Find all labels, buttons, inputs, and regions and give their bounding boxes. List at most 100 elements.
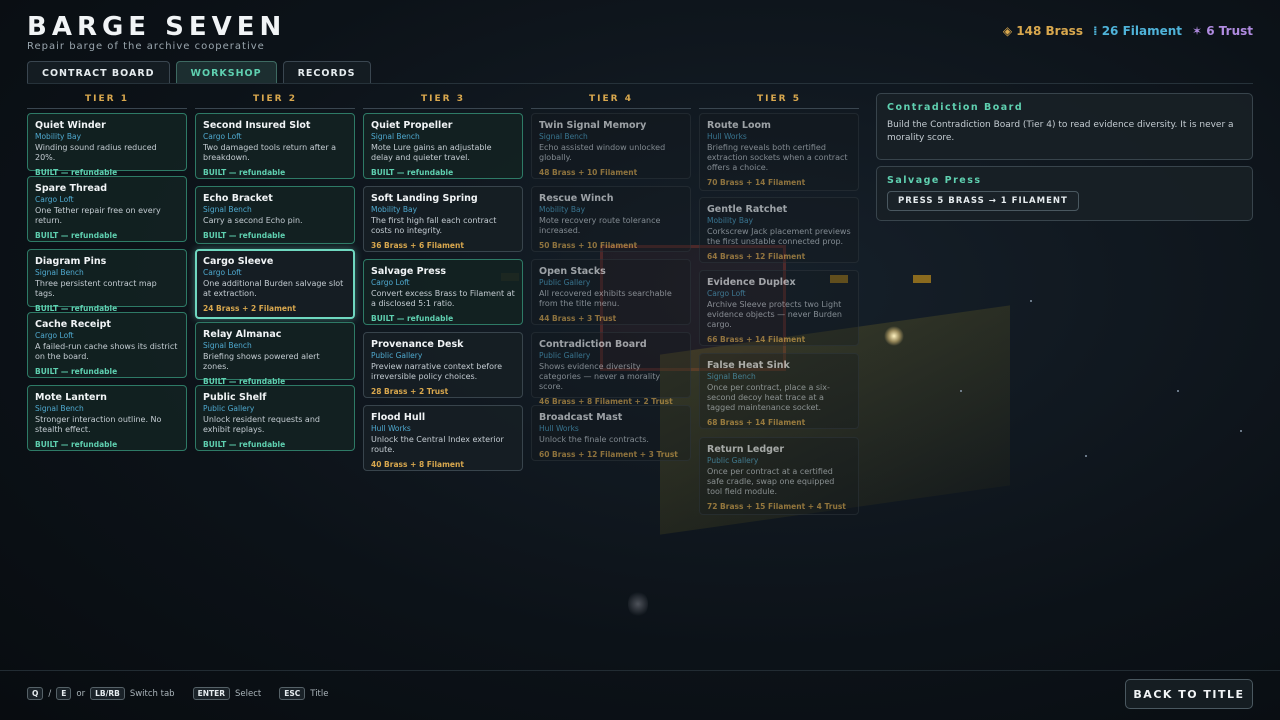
upgrade-card[interactable]: Cargo Sleeve Cargo Loft One additional Bur… bbox=[195, 249, 355, 319]
upgrade-name: Flood Hull bbox=[371, 412, 426, 423]
footer-divider bbox=[0, 670, 1280, 671]
upgrade-status: 60 Brass + 12 Filament + 3 Trust bbox=[539, 450, 678, 459]
upgrade-name: Provenance Desk bbox=[371, 339, 464, 350]
tab-contract-board[interactable]: CONTRACT BOARD bbox=[27, 61, 170, 84]
upgrade-status: 24 Brass + 2 Filament bbox=[203, 304, 296, 313]
upgrade-description: Briefing reveals both certified extracti… bbox=[707, 143, 848, 172]
upgrade-card[interactable]: Contradiction Board Public Gallery Shows e… bbox=[531, 332, 691, 406]
upgrade-card[interactable]: Twin Signal Memory Signal Bench Echo assis… bbox=[531, 113, 691, 179]
upgrade-category: Mobility Bay bbox=[707, 216, 754, 225]
upgrade-card[interactable]: Broadcast Mast Hull Works Unlock the final… bbox=[531, 405, 691, 461]
upgrade-status: 40 Brass + 8 Filament bbox=[371, 460, 464, 469]
press-salvage-button[interactable]: PRESS 5 BRASS → 1 FILAMENT bbox=[887, 191, 1079, 211]
upgrade-category: Cargo Loft bbox=[707, 289, 746, 298]
detail-panel: Contradiction Board Build the Contradict… bbox=[876, 93, 1253, 160]
tab-workshop[interactable]: WORKSHOP bbox=[175, 61, 277, 84]
key-esc: ESC bbox=[279, 687, 306, 700]
upgrade-card[interactable]: Gentle Ratchet Mobility Bay Corkscrew Jack… bbox=[699, 197, 859, 263]
upgrade-card[interactable]: Provenance Desk Public Gallery Preview nar… bbox=[363, 332, 523, 398]
upgrade-category: Signal Bench bbox=[35, 268, 84, 277]
trust-count: ✶ 6 Trust bbox=[1192, 24, 1253, 38]
or-text: or bbox=[76, 688, 86, 699]
upgrade-name: Contradiction Board bbox=[539, 339, 647, 350]
upgrade-description: Corkscrew Jack placement previews the fi… bbox=[707, 227, 851, 246]
upgrade-status: 68 Brass + 14 Filament bbox=[707, 418, 806, 427]
upgrade-status: 72 Brass + 15 Filament + 4 Trust bbox=[707, 502, 846, 511]
upgrade-category: Mobility Bay bbox=[35, 132, 82, 141]
tier-heading: TIER 5 bbox=[699, 94, 859, 109]
upgrade-status: 70 Brass + 14 Filament bbox=[707, 178, 806, 187]
upgrade-description: Three persistent contract map tags. bbox=[35, 279, 157, 298]
upgrade-description: The first high fall each contract costs … bbox=[371, 216, 497, 235]
upgrade-category: Public Gallery bbox=[539, 278, 591, 287]
upgrade-card[interactable]: Second Insured Slot Cargo Loft Two damaged… bbox=[195, 113, 355, 179]
background-star bbox=[1240, 430, 1242, 432]
upgrade-status: BUILT — refundable bbox=[371, 168, 454, 177]
background-star bbox=[1030, 300, 1032, 302]
upgrade-status: BUILT — refundable bbox=[203, 168, 286, 177]
upgrade-name: Broadcast Mast bbox=[539, 412, 623, 423]
switch-tab-hint: Switch tab bbox=[129, 688, 175, 699]
upgrade-category: Mobility Bay bbox=[371, 205, 418, 214]
upgrade-card[interactable]: Return Ledger Public Gallery Once per cont… bbox=[699, 437, 859, 515]
tab-divider bbox=[27, 83, 1253, 84]
upgrade-status: 66 Brass + 14 Filament bbox=[707, 335, 806, 344]
upgrade-name: Open Stacks bbox=[539, 266, 606, 277]
upgrade-card[interactable]: Open Stacks Public Gallery All recovered e… bbox=[531, 259, 691, 325]
upgrade-category: Cargo Loft bbox=[35, 195, 74, 204]
slash-text: / bbox=[48, 688, 52, 699]
upgrade-card[interactable]: Public Shelf Public Gallery Unlock residen… bbox=[195, 385, 355, 451]
key-enter: ENTER bbox=[192, 687, 230, 700]
upgrade-name: Soft Landing Spring bbox=[371, 193, 478, 204]
upgrade-status: BUILT — refundable bbox=[35, 367, 118, 376]
upgrade-description: Briefing shows powered alert zones. bbox=[203, 352, 320, 371]
upgrade-description: One Tether repair free on every return. bbox=[35, 206, 161, 225]
upgrade-name: Public Shelf bbox=[203, 392, 267, 403]
upgrade-card[interactable]: Spare Thread Cargo Loft One Tether repair … bbox=[27, 176, 187, 242]
upgrade-name: Gentle Ratchet bbox=[707, 204, 788, 215]
upgrade-description: Echo assisted window unlocked globally. bbox=[539, 143, 666, 162]
back-to-title-button[interactable]: BACK TO TITLE bbox=[1125, 679, 1253, 709]
upgrade-status: BUILT — refundable bbox=[35, 231, 118, 240]
upgrade-description: Unlock resident requests and exhibit rep… bbox=[203, 415, 320, 434]
key-q: Q bbox=[27, 687, 44, 700]
tier-heading: TIER 2 bbox=[195, 94, 355, 109]
salvage-title: Salvage Press bbox=[887, 175, 982, 186]
upgrade-card[interactable]: Evidence Duplex Cargo Loft Archive Sleeve … bbox=[699, 270, 859, 346]
upgrade-name: Echo Bracket bbox=[203, 193, 273, 204]
upgrade-card[interactable]: False Heat Sink Signal Bench Once per cont… bbox=[699, 353, 859, 429]
upgrade-card[interactable]: Mote Lantern Signal Bench Stronger interac… bbox=[27, 385, 187, 451]
upgrade-category: Public Gallery bbox=[371, 351, 423, 360]
upgrade-status: 50 Brass + 10 Filament bbox=[539, 241, 638, 250]
upgrade-category: Public Gallery bbox=[203, 404, 255, 413]
upgrade-category: Signal Bench bbox=[35, 404, 84, 413]
select-hint: Select bbox=[235, 688, 262, 699]
upgrade-category: Signal Bench bbox=[707, 372, 756, 381]
upgrade-description: Once per contract at a certified safe cr… bbox=[707, 467, 835, 496]
upgrade-category: Cargo Loft bbox=[35, 331, 74, 340]
upgrade-card[interactable]: Soft Landing Spring Mobility Bay The first… bbox=[363, 186, 523, 252]
upgrade-card[interactable]: Flood Hull Hull Works Unlock the Central I… bbox=[363, 405, 523, 471]
control-hints: Q / E or LB/RB Switch tab ENTER Select E… bbox=[27, 687, 328, 700]
upgrade-status: 64 Brass + 12 Filament bbox=[707, 252, 806, 261]
tab-bar: CONTRACT BOARD WORKSHOP RECORDS bbox=[27, 61, 371, 84]
upgrade-name: Twin Signal Memory bbox=[539, 120, 647, 131]
upgrade-category: Mobility Bay bbox=[539, 205, 586, 214]
upgrade-card[interactable]: Quiet Propeller Signal Bench Mote Lure gai… bbox=[363, 113, 523, 179]
upgrade-description: Unlock the Central Index exterior route. bbox=[371, 435, 504, 454]
upgrade-card[interactable]: Route Loom Hull Works Briefing reveals bot… bbox=[699, 113, 859, 191]
upgrade-card[interactable]: Quiet Winder Mobility Bay Winding sound ra… bbox=[27, 113, 187, 177]
upgrade-card[interactable]: Diagram Pins Signal Bench Three persistent… bbox=[27, 249, 187, 313]
background-star bbox=[1177, 390, 1179, 392]
upgrade-category: Public Gallery bbox=[707, 456, 759, 465]
upgrade-card[interactable]: Echo Bracket Signal Bench Carry a second E… bbox=[195, 186, 355, 244]
upgrade-card[interactable]: Cache Receipt Cargo Loft A failed-run cach… bbox=[27, 312, 187, 378]
background-light bbox=[628, 590, 648, 618]
upgrade-card[interactable]: Relay Almanac Signal Bench Briefing shows … bbox=[195, 322, 355, 386]
tier-heading: TIER 3 bbox=[363, 94, 523, 109]
upgrade-status: 44 Brass + 3 Trust bbox=[539, 314, 617, 323]
upgrade-card[interactable]: Rescue Winch Mobility Bay Mote recovery ro… bbox=[531, 186, 691, 252]
upgrade-name: Cache Receipt bbox=[35, 319, 111, 330]
upgrade-card[interactable]: Salvage Press Cargo Loft Convert excess Br… bbox=[363, 259, 523, 325]
tab-records[interactable]: RECORDS bbox=[282, 61, 371, 84]
